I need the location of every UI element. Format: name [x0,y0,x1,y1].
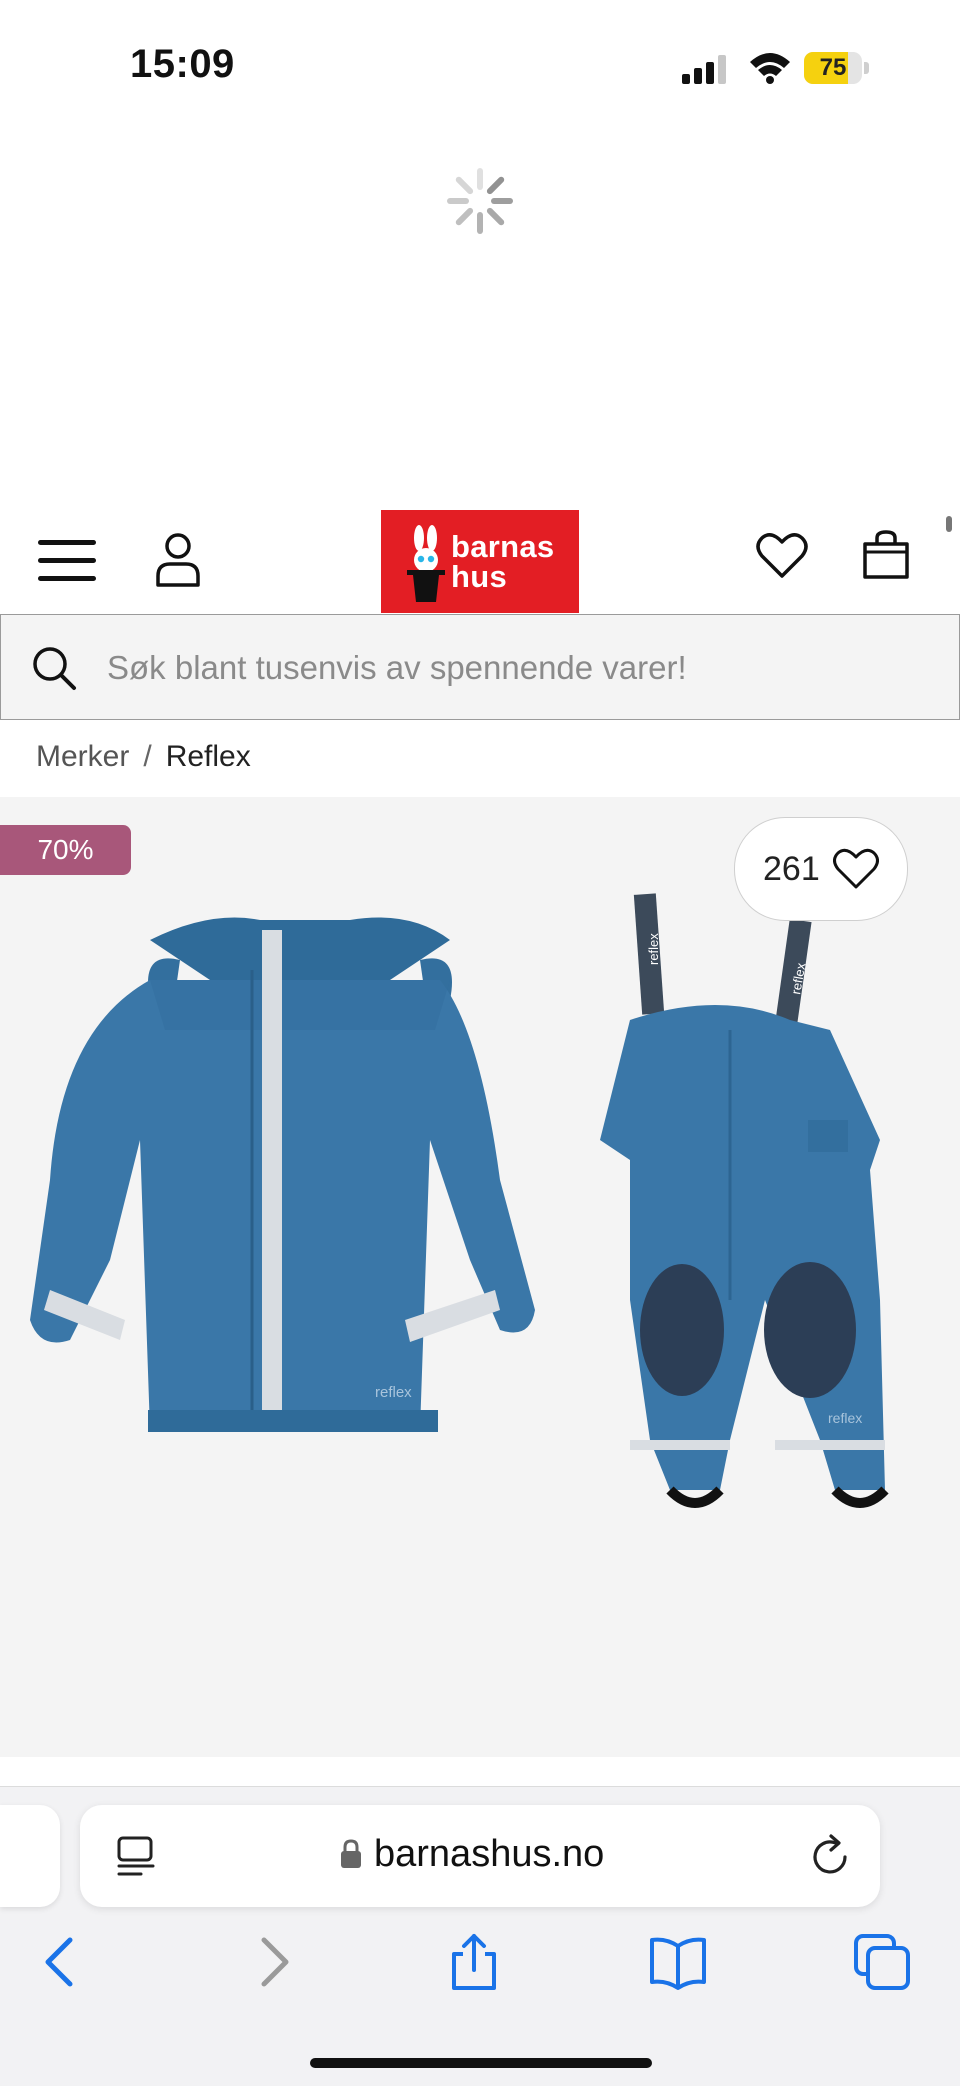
rain-pants-illustration: reflex reflex reflex [600,893,889,1508]
bookmarks-book-icon[interactable] [648,1932,708,1992]
battery-icon: 75 [804,52,870,84]
address-url[interactable]: barnashus.no [374,1833,604,1876]
lock-icon [341,1839,361,1868]
breadcrumb-item-merker[interactable]: Merker [36,740,129,773]
forward-arrow-icon[interactable] [242,1932,302,1992]
heart-outline-icon [833,848,879,889]
back-arrow-icon[interactable] [32,1932,92,1992]
address-bar[interactable]: barnashus.no [80,1805,880,1907]
wishlist-count: 261 [763,850,820,888]
wishlist-count-button[interactable]: 261 [734,817,908,921]
spinner-spoke [486,207,505,226]
breadcrumb-item-reflex: Reflex [165,740,251,773]
hamburger-menu-icon[interactable] [38,538,96,584]
svg-text:reflex: reflex [646,933,661,965]
user-icon[interactable] [155,532,201,588]
scrollbar-thumb[interactable] [946,516,952,532]
shopping-bag-icon[interactable] [862,530,910,580]
heart-icon[interactable] [756,532,808,580]
product-image[interactable]: reflex reflex reflex reflex [30,880,900,1740]
page-menu-icon[interactable] [116,1835,156,1877]
svg-text:reflex: reflex [828,1410,862,1426]
home-indicator [310,2058,652,2068]
spinner-spoke [455,207,474,226]
search-icon [33,647,76,690]
logo-text-line1: barnas [451,529,555,564]
spinner-spoke [455,176,474,195]
reload-icon[interactable] [810,1833,852,1879]
tabs-overview-icon[interactable] [852,1932,912,1992]
search-input[interactable]: Søk blant tusenvis av spennende varer! [107,649,687,687]
battery-percent: 75 [819,54,847,81]
bunny-hat-logo-icon [407,525,445,602]
logo-text-line2: hus [451,559,508,594]
breadcrumb-separator: / [143,740,152,773]
rain-jacket-illustration: reflex [30,917,535,1432]
breadcrumb: Merker / Reflex [36,740,251,774]
wifi-icon [750,53,790,84]
share-icon[interactable] [444,1932,504,1992]
discount-badge: 70% [0,825,131,875]
cellular-signal-icon [682,55,726,84]
previous-tab-preview[interactable] [0,1805,60,1907]
status-time: 15:09 [130,42,235,86]
search-bar[interactable]: Søk blant tusenvis av spennende varer! [0,614,960,720]
spinner-spoke [486,176,505,195]
svg-text:reflex: reflex [375,1384,412,1401]
barnashus-logo[interactable]: barnas hus [381,510,579,613]
loading-spinner-icon [447,168,513,234]
